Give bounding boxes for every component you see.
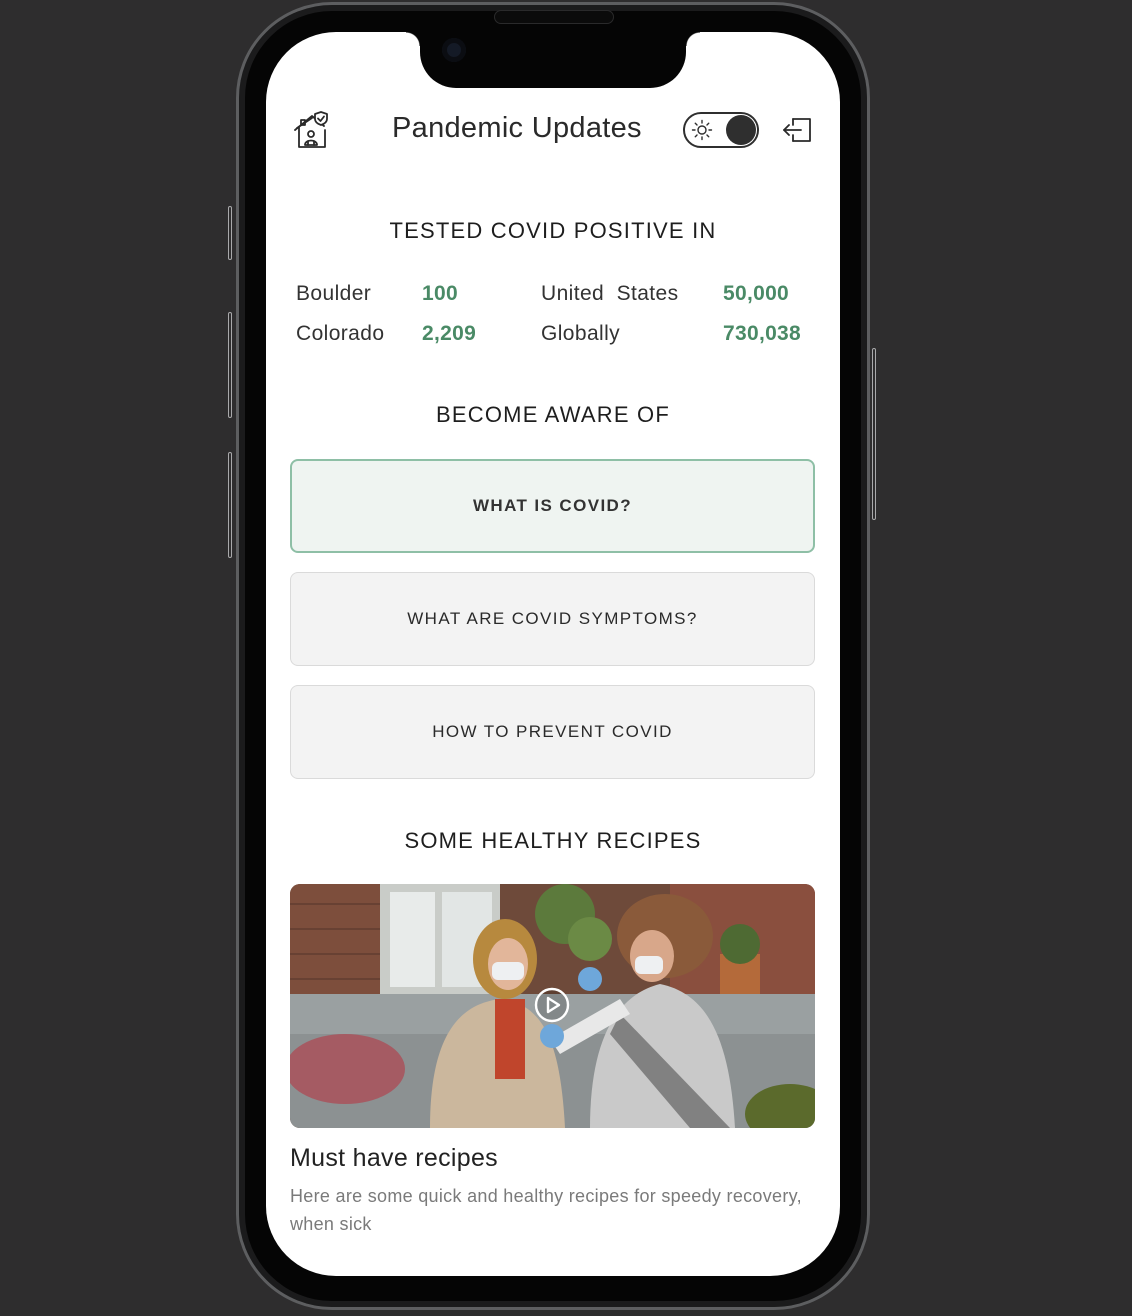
- power-button: [872, 348, 876, 520]
- recipe-card-description: Here are some quick and healthy recipes …: [290, 1186, 802, 1234]
- play-icon[interactable]: [533, 986, 571, 1024]
- stat-value-colorado: 2,209: [422, 322, 477, 345]
- recipe-video-thumbnail[interactable]: [290, 884, 815, 1128]
- notch: [406, 32, 700, 88]
- what-is-covid-button[interactable]: WHAT IS COVID?: [290, 459, 815, 553]
- recipes-heading: SOME HEALTHY RECIPES: [404, 828, 702, 853]
- app-screen: Pandemic Updates TESTED COVID POSITIVE I…: [266, 32, 840, 1276]
- earpiece-speaker: [494, 10, 614, 24]
- stat-label-globally: Globally: [541, 322, 621, 345]
- stat-label-united-states: United States: [541, 282, 679, 305]
- app-header: Pandemic Updates: [266, 108, 840, 156]
- stat-label-boulder: Boulder: [296, 282, 372, 305]
- recipe-card-title[interactable]: Must have recipes: [290, 1144, 498, 1173]
- volume-up-button: [228, 312, 232, 418]
- volume-down-button: [228, 452, 232, 558]
- prevent-covid-button[interactable]: HOW TO PREVENT COVID: [290, 685, 815, 779]
- sun-icon: [691, 119, 713, 141]
- stat-value-globally: 730,038: [723, 322, 802, 345]
- logout-icon[interactable]: [781, 116, 813, 144]
- front-camera: [442, 38, 466, 62]
- theme-toggle[interactable]: [683, 112, 759, 148]
- stats-heading: TESTED COVID POSITIVE IN: [389, 218, 717, 243]
- awareness-heading: BECOME AWARE OF: [436, 402, 670, 427]
- stat-label-colorado: Colorado: [296, 322, 385, 345]
- home-shield-icon[interactable]: [292, 110, 332, 150]
- stat-value-united-states: 50,000: [723, 282, 790, 305]
- mute-switch: [228, 206, 232, 260]
- toggle-knob: [726, 115, 756, 145]
- stat-value-boulder: 100: [422, 282, 458, 305]
- page-title: Pandemic Updates: [392, 112, 642, 144]
- covid-symptoms-button[interactable]: WHAT ARE COVID SYMPTOMS?: [290, 572, 815, 666]
